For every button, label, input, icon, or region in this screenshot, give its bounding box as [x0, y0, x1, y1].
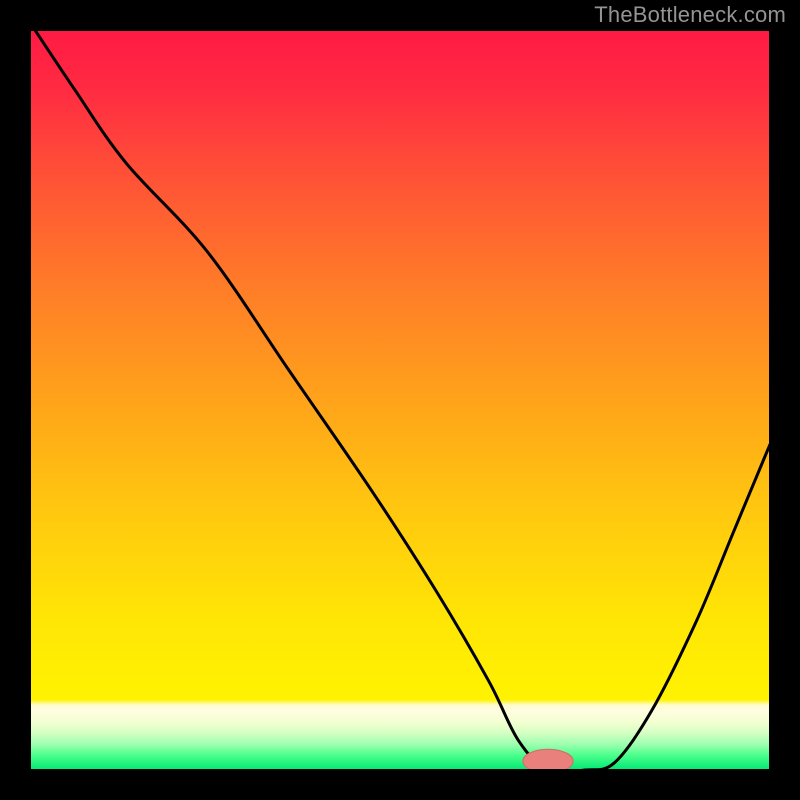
watermark-text: TheBottleneck.com	[594, 2, 786, 28]
bottleneck-chart	[0, 0, 800, 800]
plot-gradient-background	[30, 30, 770, 770]
chart-stage: TheBottleneck.com	[0, 0, 800, 800]
